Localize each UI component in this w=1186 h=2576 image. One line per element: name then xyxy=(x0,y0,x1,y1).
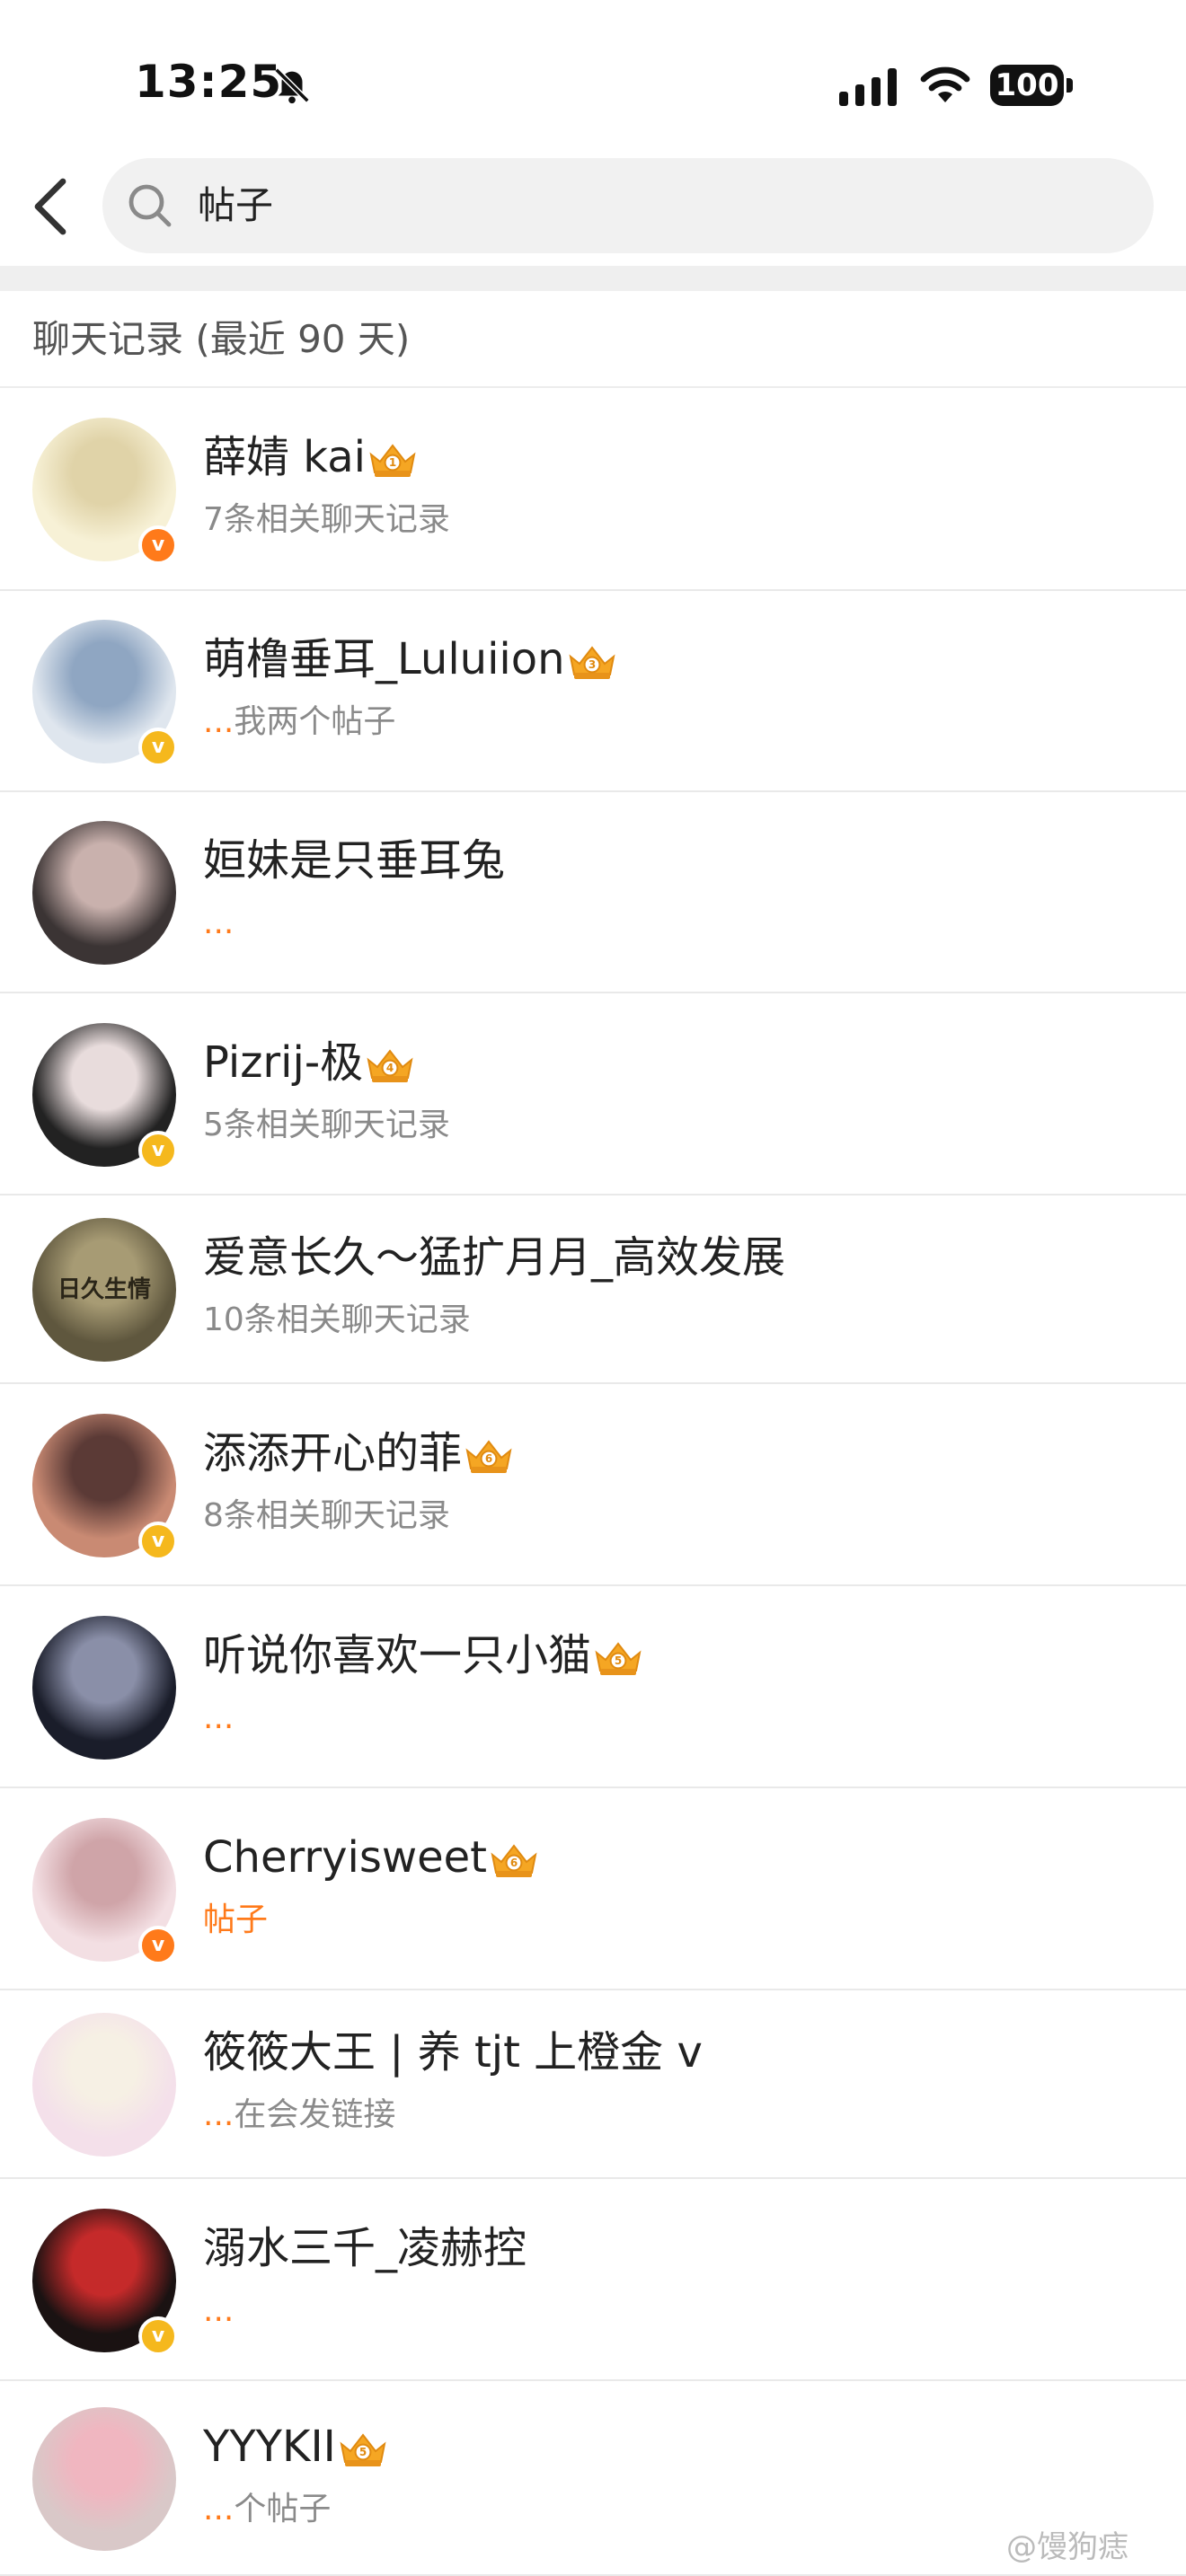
match-snippet: ...个帖子 xyxy=(203,2486,331,2533)
vip-crown-icon: 5 xyxy=(338,2426,388,2466)
section-divider xyxy=(0,266,1186,291)
match-snippet: 帖子 xyxy=(203,1901,269,1938)
verified-badge-icon: v xyxy=(138,1131,178,1170)
contact-name: 筱筱大王 | 养 tjt 上橙金 v xyxy=(203,2024,703,2081)
contact-name-text: 添添开心的菲 xyxy=(203,1428,463,1478)
avatar-image xyxy=(32,1616,176,1760)
contact-name-text: 薛婧 kai xyxy=(203,432,366,482)
vip-level: 5 xyxy=(359,2446,367,2458)
avatar-image xyxy=(32,2013,176,2157)
contact-name: Cherryisweet 6 xyxy=(203,1829,539,1886)
chat-record-row[interactable]: 姮妹是只垂耳兔... xyxy=(0,792,1186,993)
avatar[interactable]: v xyxy=(32,1818,178,1965)
vip-crown-icon: 6 xyxy=(489,1837,539,1877)
vip-crown-icon: 1 xyxy=(367,437,418,477)
contact-name-text: 溺水三千_凌赫控 xyxy=(203,2223,527,2273)
contact-name-text: YYYKII xyxy=(203,2422,336,2472)
chat-record-row[interactable]: 筱筱大王 | 养 tjt 上橙金 v ...在会发链接 xyxy=(0,1990,1186,2179)
vip-crown-icon: 4 xyxy=(365,1042,415,1082)
back-arrow-icon[interactable] xyxy=(27,176,74,237)
contact-name: YYYKII 5 xyxy=(203,2418,388,2475)
match-snippet: ... xyxy=(203,2288,234,2334)
avatar[interactable] xyxy=(32,1616,176,1760)
wifi-icon xyxy=(920,66,970,102)
contact-name: 薛婧 kai 1 xyxy=(203,428,418,486)
match-snippet: 8条相关聊天记录 xyxy=(203,1497,450,1534)
verified-badge-icon: v xyxy=(138,1522,178,1561)
vip-level: 4 xyxy=(386,1062,394,1074)
contact-name-text: 萌橹垂耳_Luluiion xyxy=(203,634,565,684)
contact-name: Pizrij-极 4 xyxy=(203,1034,415,1091)
status-bar: 13:25 100 xyxy=(0,0,1186,153)
chat-record-row[interactable]: 日久生情 爱意长久～猛扩月月_高效发展 10条相关聊天记录 xyxy=(0,1195,1186,1384)
vip-level: 6 xyxy=(510,1857,518,1869)
vip-level: 5 xyxy=(615,1654,622,1667)
contact-name: 姮妹是只垂耳兔 xyxy=(203,832,505,889)
search-icon xyxy=(128,184,172,227)
watermark: @馒狗痣 xyxy=(1006,2529,1128,2565)
match-snippet: ... xyxy=(203,1695,234,1742)
vip-level: 3 xyxy=(588,658,595,671)
match-snippet: 10条相关聊天记录 xyxy=(203,1301,471,1338)
chat-record-row[interactable]: v 薛婧 kai 1 7条相关聊天记录 xyxy=(0,388,1186,591)
avatar[interactable]: v xyxy=(32,418,178,565)
battery-icon: 100 xyxy=(990,65,1073,106)
chat-record-row[interactable]: v 添添开心的菲 6 8条相关聊天记录 xyxy=(0,1384,1186,1586)
verified-badge-icon: v xyxy=(138,728,178,767)
signal-icon xyxy=(839,68,897,106)
match-snippet: 7条相关聊天记录 xyxy=(203,501,450,538)
avatar[interactable]: v xyxy=(32,2209,178,2356)
search-query: 帖子 xyxy=(198,183,274,227)
vip-crown-icon: 5 xyxy=(593,1635,643,1675)
verified-badge-icon: v xyxy=(138,525,178,565)
contact-name-text: Pizrij-极 xyxy=(203,1037,364,1088)
match-snippet: ...在会发链接 xyxy=(203,2092,395,2139)
section-title: 聊天记录 (最近 90 天) xyxy=(32,317,411,361)
verified-badge-icon: v xyxy=(138,2316,178,2356)
chat-record-row[interactable]: v Cherryisweet 6 帖子 xyxy=(0,1788,1186,1990)
contact-name-text: 姮妹是只垂耳兔 xyxy=(203,835,506,886)
avatar-text: 日久生情 xyxy=(57,1276,151,1303)
avatar[interactable] xyxy=(32,2407,176,2551)
avatar-image xyxy=(32,821,176,965)
contact-name: 爱意长久～猛扩月月_高效发展 xyxy=(203,1229,785,1286)
match-snippet: 5条相关聊天记录 xyxy=(203,1107,450,1143)
avatar[interactable] xyxy=(32,2013,176,2157)
chat-record-row[interactable]: v 溺水三千_凌赫控... xyxy=(0,2179,1186,2381)
status-time: 13:25 xyxy=(135,56,283,108)
contact-name-text: 爱意长久～猛扩月月_高效发展 xyxy=(203,1232,786,1283)
search-input[interactable]: 帖子 xyxy=(102,158,1154,253)
contact-name: 听说你喜欢一只小猫 5 xyxy=(203,1627,643,1684)
contact-name: 添添开心的菲 6 xyxy=(203,1425,514,1482)
verified-badge-icon: v xyxy=(138,1926,178,1965)
contact-name: 溺水三千_凌赫控 xyxy=(203,2219,527,2277)
vip-level: 1 xyxy=(389,456,396,469)
vip-crown-icon: 6 xyxy=(464,1433,514,1473)
avatar-image xyxy=(32,2407,176,2551)
contact-name: 萌橹垂耳_Luluiion 3 xyxy=(203,631,617,688)
chat-record-row[interactable]: v Pizrij-极 4 5条相关聊天记录 xyxy=(0,993,1186,1195)
avatar[interactable]: v xyxy=(32,620,178,767)
avatar[interactable]: 日久生情 xyxy=(32,1218,176,1362)
contact-name-text: 听说你喜欢一只小猫 xyxy=(203,1630,592,1681)
avatar[interactable]: v xyxy=(32,1023,178,1170)
avatar-image: 日久生情 xyxy=(32,1218,176,1362)
chat-record-row[interactable]: 听说你喜欢一只小猫 5... xyxy=(0,1586,1186,1788)
battery-level: 100 xyxy=(990,65,1064,106)
match-snippet: ...我两个帖子 xyxy=(203,699,395,745)
match-snippet: ... xyxy=(203,900,234,947)
avatar[interactable] xyxy=(32,821,176,965)
contact-name-text: 筱筱大王 | 养 tjt 上橙金 v xyxy=(203,2027,703,2078)
bell-muted-icon xyxy=(274,67,310,104)
contact-name-text: Cherryisweet xyxy=(203,1832,487,1883)
vip-crown-icon: 3 xyxy=(567,639,617,679)
chat-record-row[interactable]: v 萌橹垂耳_Luluiion 3 ...我两个帖子 xyxy=(0,591,1186,792)
vip-level: 6 xyxy=(485,1452,492,1465)
avatar[interactable]: v xyxy=(32,1414,178,1561)
